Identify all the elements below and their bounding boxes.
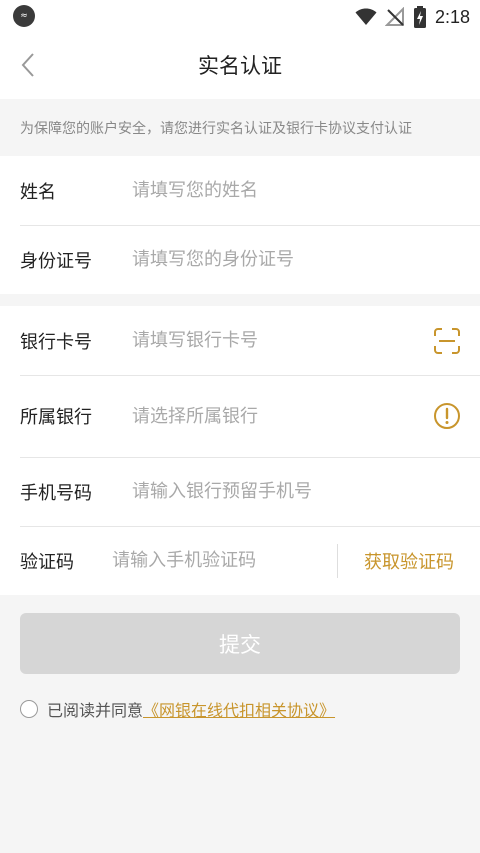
agreement-prefix: 已阅读并同意: [47, 701, 144, 720]
get-code-button[interactable]: 获取验证码: [364, 548, 454, 574]
phone-input[interactable]: [132, 471, 480, 512]
name-input[interactable]: [132, 170, 480, 211]
bank-info-button[interactable]: [432, 401, 462, 431]
id-number-row: 身份证号: [0, 225, 480, 294]
phone-row: 手机号码: [0, 457, 480, 526]
agreement-row: 已阅读并同意 《网银在线代扣相关协议》: [20, 697, 335, 721]
agreement-link[interactable]: 《网银在线代扣相关协议》: [143, 697, 335, 721]
identity-section: 姓名 身份证号: [0, 156, 480, 294]
phone-label: 手机号码: [20, 482, 92, 504]
scan-card-button[interactable]: [432, 326, 462, 356]
page-title: 实名认证: [198, 54, 282, 78]
name-label: 姓名: [20, 181, 56, 203]
back-arrow-icon: [21, 53, 34, 77]
no-signal-icon: [384, 7, 404, 26]
exclamation-circle-icon: [434, 403, 460, 429]
navigation-bar: 实名认证: [0, 33, 480, 99]
name-row: 姓名: [0, 156, 480, 225]
card-number-input[interactable]: [132, 320, 480, 361]
verification-code-input[interactable]: [112, 540, 338, 581]
status-indicators: 2:18: [355, 4, 470, 30]
back-button[interactable]: [10, 47, 46, 83]
status-bar: ≈ 2:18: [0, 0, 480, 33]
card-number-row: 银行卡号: [0, 306, 480, 375]
submit-button[interactable]: 提交: [20, 613, 460, 674]
bank-select-row[interactable]: 所属银行: [0, 375, 480, 457]
scan-icon: [434, 327, 460, 354]
id-number-label: 身份证号: [20, 250, 92, 272]
card-number-label: 银行卡号: [20, 331, 92, 353]
verification-code-row: 验证码 获取验证码: [0, 526, 480, 595]
bank-select[interactable]: [132, 396, 480, 436]
battery-charging-icon: [413, 6, 426, 28]
wifi-icon: [355, 8, 377, 25]
notification-app-icon: ≈: [13, 5, 35, 27]
code-divider: [337, 543, 338, 578]
bank-label: 所属银行: [20, 407, 92, 428]
verification-code-label: 验证码: [20, 551, 74, 573]
security-notice: 为保障您的账户安全，请您进行实名认证及银行卡协议支付认证: [0, 99, 480, 156]
bank-section: 银行卡号 所属银行 手机号码 验证码 获取: [0, 306, 480, 595]
id-number-input[interactable]: [132, 239, 480, 280]
agreement-checkbox[interactable]: [20, 700, 38, 718]
status-time: 2:18: [434, 6, 470, 27]
